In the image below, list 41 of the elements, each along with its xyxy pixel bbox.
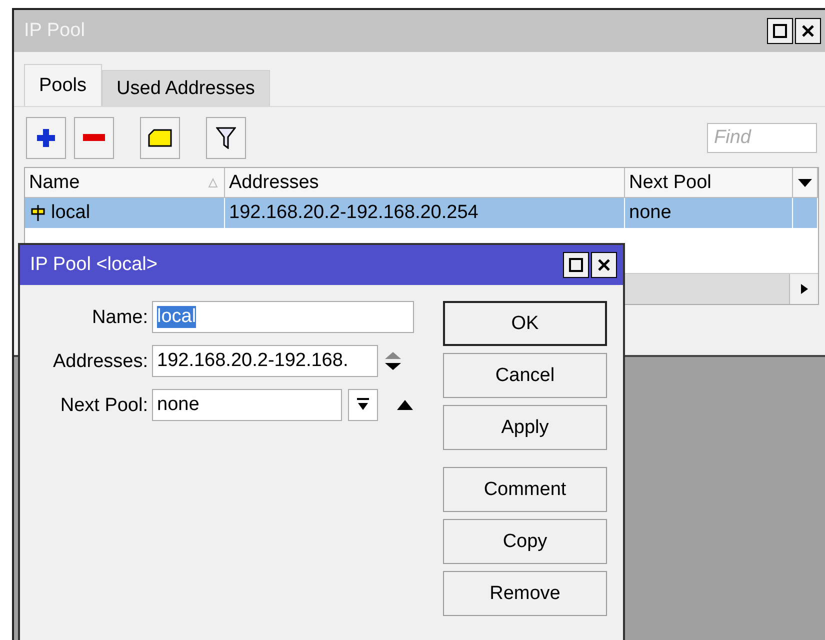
column-label: Name — [29, 172, 80, 194]
columns-menu-icon[interactable] — [793, 168, 818, 198]
field-label: Next Pool: — [59, 394, 148, 417]
column-header[interactable]: Next Pool — [625, 168, 793, 198]
table-cell: local — [25, 198, 225, 228]
dropdown-field[interactable]: none — [152, 389, 342, 421]
dialog-button[interactable]: Apply — [443, 405, 607, 450]
column-header[interactable]: Name — [25, 168, 225, 198]
tab[interactable]: Pools — [24, 64, 102, 106]
field-label: Addresses: — [52, 350, 148, 373]
dialog-button[interactable]: Remove — [443, 571, 607, 616]
maximize-icon[interactable] — [563, 252, 589, 278]
column-header[interactable]: Addresses — [225, 168, 625, 198]
close-icon[interactable] — [795, 18, 821, 44]
input-field[interactable]: 192.168.20.2-192.168. — [152, 345, 378, 377]
up-down-arrows-icon[interactable] — [384, 351, 402, 371]
dropdown-icon[interactable] — [348, 389, 378, 421]
table-row[interactable]: local 192.168.20.2-192.168.20.254 none — [25, 198, 818, 228]
remove-button[interactable] — [74, 117, 114, 159]
close-icon[interactable] — [591, 252, 617, 278]
filter-button[interactable] — [206, 117, 246, 159]
plus-icon — [35, 127, 57, 149]
input-field[interactable]: local — [152, 301, 414, 333]
table-cell: none — [625, 198, 793, 228]
note-icon — [148, 129, 172, 147]
dialog-button[interactable]: OK — [443, 301, 607, 346]
filter-icon — [216, 127, 236, 149]
dialog-button[interactable]: Cancel — [443, 353, 607, 398]
maximize-icon[interactable] — [767, 18, 793, 44]
dialog-button[interactable]: Comment — [443, 467, 607, 512]
dialog-title: IP Pool <local> — [30, 254, 158, 276]
dialog-button[interactable]: Copy — [443, 519, 607, 564]
table-cell: 192.168.20.2-192.168.20.254 — [225, 198, 625, 228]
field-label: Name: — [91, 306, 148, 329]
up-arrow-icon[interactable] — [396, 399, 414, 411]
find-field[interactable]: Find — [707, 123, 817, 153]
comment-button[interactable] — [140, 117, 180, 159]
minus-icon — [83, 134, 105, 142]
tab[interactable]: Used Addresses — [102, 70, 270, 106]
pool-icon — [29, 204, 47, 222]
add-button[interactable] — [26, 117, 66, 159]
